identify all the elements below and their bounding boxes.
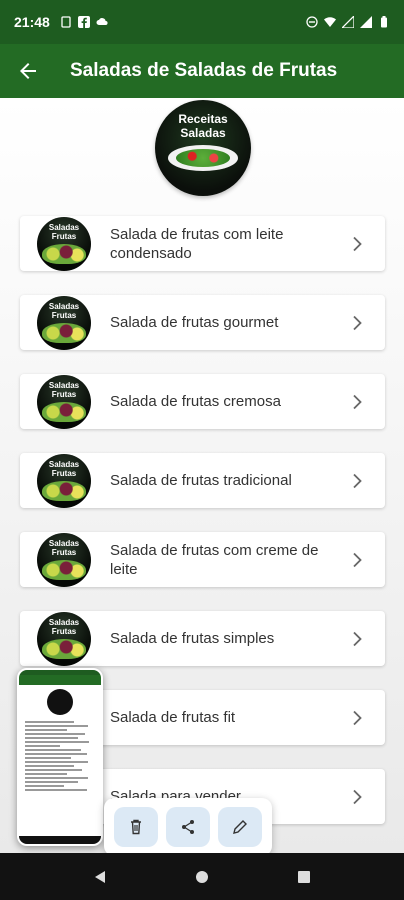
signal-icon-2 bbox=[360, 16, 372, 28]
cloud-icon bbox=[96, 18, 108, 26]
chevron-right-icon bbox=[353, 394, 362, 409]
list-item[interactable]: Saladas Frutas Salada de frutas gourmet bbox=[20, 295, 385, 350]
sim-icon bbox=[61, 16, 71, 28]
thumb-line1: Saladas bbox=[48, 459, 80, 469]
list-item[interactable]: Saladas Frutas Salada de frutas com crem… bbox=[20, 532, 385, 587]
list-item-label: Salada de frutas com creme de leite bbox=[110, 541, 319, 578]
thumb-line1: Saladas bbox=[48, 222, 80, 232]
screenshot-preview[interactable] bbox=[17, 668, 103, 846]
list-item[interactable]: Saladas Frutas Salada de frutas cremosa bbox=[20, 374, 385, 429]
list-item-label: Salada de frutas cremosa bbox=[110, 393, 281, 410]
status-right-icons bbox=[306, 16, 390, 28]
list-item[interactable]: Saladas Frutas Salada de frutas simples bbox=[20, 611, 385, 666]
nav-back-icon[interactable] bbox=[93, 870, 107, 884]
nav-home-icon[interactable] bbox=[195, 870, 209, 884]
thumb-line2: Frutas bbox=[51, 547, 77, 557]
thumb-line1: Saladas bbox=[48, 301, 80, 311]
status-time: 21:48 bbox=[14, 14, 50, 30]
thumb-line2: Frutas bbox=[51, 231, 77, 241]
list-item-label: Salada de frutas simples bbox=[110, 630, 275, 647]
chevron-right-icon bbox=[353, 552, 362, 567]
status-left-icons bbox=[60, 16, 108, 28]
thumb-line2: Frutas bbox=[51, 310, 77, 320]
system-nav-bar bbox=[0, 853, 404, 900]
thumb-line2: Frutas bbox=[51, 468, 77, 478]
delete-icon bbox=[131, 819, 141, 835]
battery-icon bbox=[381, 16, 387, 28]
chevron-right-icon bbox=[353, 315, 362, 330]
list-item-label: Salada de frutas gourmet bbox=[110, 314, 279, 331]
thumb-line2: Frutas bbox=[51, 626, 77, 636]
list-item[interactable]: Saladas Frutas Salada de frutas com leit… bbox=[20, 216, 385, 271]
logo-line1: Receitas bbox=[178, 112, 228, 126]
edit-button[interactable] bbox=[218, 807, 262, 847]
share-icon bbox=[182, 820, 194, 834]
chevron-right-icon bbox=[353, 631, 362, 646]
app-bar: Saladas de Saladas de Frutas bbox=[0, 44, 404, 98]
chevron-right-icon bbox=[353, 473, 362, 488]
dnd-icon bbox=[306, 16, 318, 28]
list-item-label: Salada de frutas tradicional bbox=[110, 472, 292, 489]
recipe-thumbnail: Saladas Frutas bbox=[37, 374, 91, 429]
nav-recents-icon[interactable] bbox=[297, 870, 311, 884]
thumb-line2: Frutas bbox=[51, 389, 77, 399]
delete-button[interactable] bbox=[114, 807, 158, 847]
status-bar: 21:48 bbox=[0, 0, 404, 44]
share-button[interactable] bbox=[166, 807, 210, 847]
back-button[interactable] bbox=[0, 44, 56, 98]
header-logo: Receitas Saladas bbox=[155, 100, 251, 196]
logo-line2: Saladas bbox=[180, 126, 226, 140]
list-item-label: Salada de frutas com leite condensado bbox=[110, 225, 284, 262]
recipe-thumbnail: Saladas Frutas bbox=[37, 532, 91, 587]
signal-icon bbox=[342, 16, 354, 28]
recipe-thumbnail: Saladas Frutas bbox=[37, 611, 91, 666]
arrow-back-icon bbox=[20, 63, 36, 79]
thumb-line1: Saladas bbox=[48, 538, 80, 548]
chevron-right-icon bbox=[353, 789, 362, 804]
recipe-thumbnail: Saladas Frutas bbox=[37, 216, 91, 271]
screenshot-actions bbox=[104, 798, 272, 856]
thumb-line1: Saladas bbox=[48, 617, 80, 627]
edit-icon bbox=[233, 820, 247, 834]
list-item-label: Salada de frutas fit bbox=[110, 709, 236, 726]
wifi-icon bbox=[324, 17, 336, 27]
recipe-thumbnail: Saladas Frutas bbox=[37, 295, 91, 350]
page-title: Saladas de Saladas de Frutas bbox=[70, 60, 338, 81]
salad-plate-image bbox=[168, 145, 238, 171]
list-item[interactable]: Saladas Frutas Salada de frutas tradicio… bbox=[20, 453, 385, 508]
recipe-thumbnail: Saladas Frutas bbox=[37, 453, 91, 508]
facebook-icon bbox=[77, 16, 90, 28]
chevron-right-icon bbox=[353, 710, 362, 725]
chevron-right-icon bbox=[353, 236, 362, 251]
thumb-line1: Saladas bbox=[48, 380, 80, 390]
